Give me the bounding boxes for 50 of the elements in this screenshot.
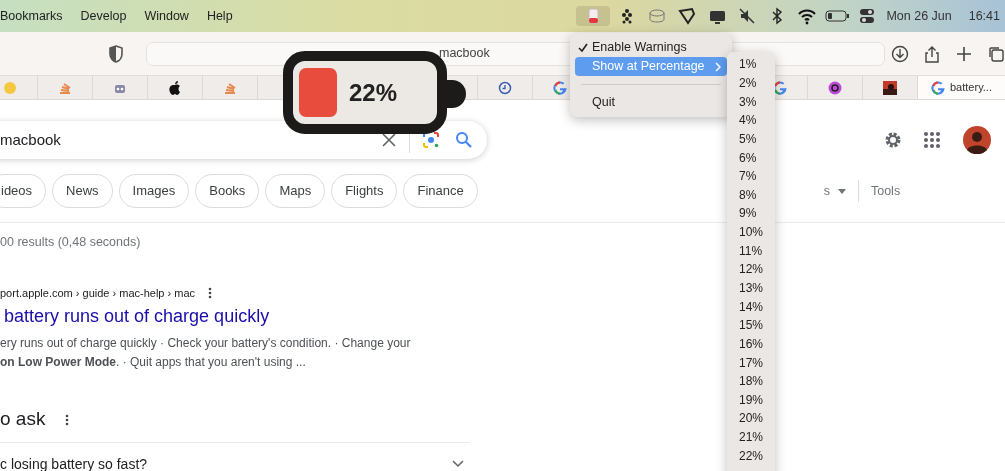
- menu-item[interactable]: 22%: [727, 446, 775, 466]
- menu-item[interactable]: 15%: [727, 315, 775, 335]
- menu-item[interactable]: 5%: [727, 129, 775, 149]
- filter-chip[interactable]: Maps: [265, 174, 326, 208]
- tab-title: battery...: [950, 80, 992, 96]
- menu-item[interactable]: 7%: [727, 166, 775, 186]
- menu-item[interactable]: 10%: [727, 222, 775, 242]
- menu-item[interactable]: 13%: [727, 278, 775, 298]
- menu-item[interactable]: 20%: [727, 409, 775, 428]
- battery-percentage: 22%: [349, 77, 398, 108]
- tab[interactable]: battery...: [918, 76, 1005, 99]
- menu-item[interactable]: Quit: [575, 93, 727, 112]
- menu-item[interactable]: 2%: [727, 73, 775, 93]
- menu-item[interactable]: 11%: [727, 241, 775, 261]
- menu-bar-clock: 16:41: [968, 7, 1000, 25]
- menu-item[interactable]: 12%: [727, 260, 775, 279]
- menu-item[interactable]: 14%: [727, 297, 775, 316]
- menu-item[interactable]: 17%: [727, 353, 775, 372]
- menu-item[interactable]: 8%: [727, 185, 775, 205]
- snippet-text: ery runs out of charge quickly · Check your battery's condition. · Change your: [0, 335, 411, 353]
- filter-chip[interactable]: Flights: [331, 174, 398, 208]
- section-heading: o ask: [0, 407, 46, 432]
- menu-item[interactable]: Enable Warnings: [575, 38, 727, 57]
- search-query: macbook: [0, 129, 62, 150]
- menu-item[interactable]: 4%: [727, 110, 775, 130]
- menu-item[interactable]: Bookmarks: [0, 6, 72, 26]
- question-row[interactable]: c losing battery so fast?: [0, 441, 470, 471]
- result-link[interactable]: battery runs out of charge quickly: [4, 303, 270, 331]
- results-count: 00 results (0,48 seconds): [0, 234, 141, 251]
- filter-chip[interactable]: Images: [118, 174, 190, 208]
- menu-item[interactable]: 3%: [727, 92, 775, 111]
- address-text: macbook: [439, 45, 490, 63]
- tools-button[interactable]: Tools: [870, 181, 901, 201]
- filter-chip[interactable]: Books: [195, 174, 260, 208]
- menu-item[interactable]: 9%: [727, 204, 775, 223]
- menu-bar-date: Mon 26 Jun: [886, 7, 952, 25]
- menu-item[interactable]: 21%: [727, 427, 775, 447]
- menu-item[interactable]: Window: [135, 6, 198, 26]
- filter-chip[interactable]: ideos: [0, 174, 47, 208]
- menu-item[interactable]: 19%: [727, 390, 775, 410]
- menu-item[interactable]: 18%: [727, 371, 775, 391]
- filter-chip[interactable]: Finance: [403, 174, 478, 208]
- snippet-text: on Low Power Mode. · Quit apps that you aren't using ...: [0, 354, 306, 372]
- menu-item[interactable]: 6%: [727, 148, 775, 167]
- menu-item[interactable]: Develop: [71, 6, 136, 26]
- menu-item[interactable]: Help: [197, 6, 242, 26]
- menu-item[interactable]: 16%: [727, 334, 775, 354]
- menu-label[interactable]: s: [823, 181, 830, 201]
- filter-chip[interactable]: News: [52, 174, 113, 208]
- breadcrumb: port.apple.com › guide › mac-help › mac: [0, 285, 196, 301]
